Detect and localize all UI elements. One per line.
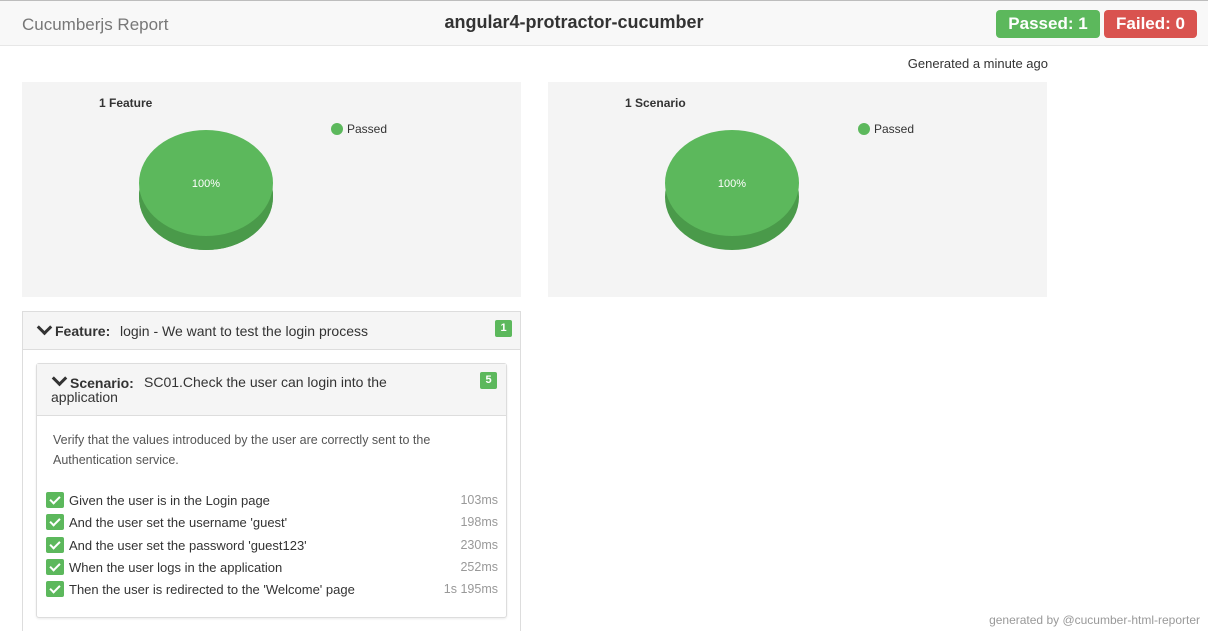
legend-marker-passed: [858, 123, 870, 135]
footer-credit: generated by @cucumber-html-reporter: [989, 613, 1200, 627]
step-duration: 1s 195ms: [443, 582, 498, 597]
passed-count-badge: Passed: 1: [996, 10, 1100, 38]
generated-time: Generated a minute ago: [907, 56, 1048, 71]
project-title: angular4-protractor-cucumber: [444, 12, 704, 32]
scenarios-chart-panel: 1 Scenario 100% Passed: [548, 82, 1047, 297]
feature-scenario-count-badge: 1: [495, 320, 512, 337]
step-duration: 230ms: [460, 537, 498, 552]
data-label: 100%: [192, 178, 220, 190]
check-icon: [46, 536, 64, 553]
step-row: Given the user is in the Login page 103m…: [46, 490, 498, 512]
step-duration: 103ms: [460, 493, 498, 507]
step-text: Given the user is in the Login page: [69, 493, 270, 508]
step-row: Then the user is redirected to the 'Welc…: [46, 579, 498, 601]
feature-panel: Feature: login - We want to test the log…: [22, 311, 521, 631]
step-row: When the user logs in the application 25…: [46, 557, 498, 579]
check-icon: [46, 558, 64, 575]
scenario-step-count-badge: 5: [480, 372, 497, 389]
chart-title: 1 Scenario: [625, 96, 686, 110]
check-icon: [46, 581, 64, 598]
check-icon: [46, 492, 64, 508]
step-text: Then the user is redirected to the 'Welc…: [69, 582, 355, 598]
scenario-description: Verify that the values introduced by the…: [53, 433, 431, 467]
scenario-name: SC01.Check the user can login into the a…: [51, 374, 387, 405]
step-text: When the user logs in the application: [69, 559, 283, 575]
check-icon: [46, 514, 64, 531]
legend-label-passed: Passed: [347, 122, 387, 136]
step-duration: 252ms: [460, 559, 498, 574]
data-label: 100%: [718, 178, 746, 190]
features-chart-panel: 1 Feature 100% Passed: [22, 82, 521, 297]
step-text: And the user set the username 'guest': [69, 515, 288, 531]
feature-header[interactable]: Feature: login - We want to test the log…: [23, 312, 520, 350]
navbar: Cucumberjs Report angular4-protractor-cu…: [0, 0, 1208, 46]
failed-count-badge: Failed: 0: [1104, 10, 1197, 38]
step-list: Given the user is in the Login page 103m…: [46, 490, 498, 601]
step-row: And the user set the password 'guest123'…: [46, 535, 498, 557]
features-pie-chart: 1 Feature 100% Passed: [99, 96, 387, 250]
chart-title: 1 Feature: [99, 96, 153, 110]
step-duration: 198ms: [460, 515, 498, 530]
chevron-down-icon[interactable]: [36, 319, 53, 336]
scenario-header[interactable]: Scenario: SC01.Check the user can login …: [37, 364, 506, 416]
feature-keyword: Feature:: [55, 323, 111, 339]
legend-label-passed: Passed: [874, 122, 914, 136]
step-text: And the user set the password 'guest123': [69, 537, 307, 553]
scenarios-pie-chart: 1 Scenario 100% Passed: [625, 96, 914, 250]
step-row: And the user set the username 'guest' 19…: [46, 512, 498, 534]
scenario-panel: Scenario: SC01.Check the user can login …: [36, 363, 507, 618]
feature-name: login - We want to test the login proces…: [120, 323, 368, 339]
legend-marker-passed: [331, 123, 343, 135]
